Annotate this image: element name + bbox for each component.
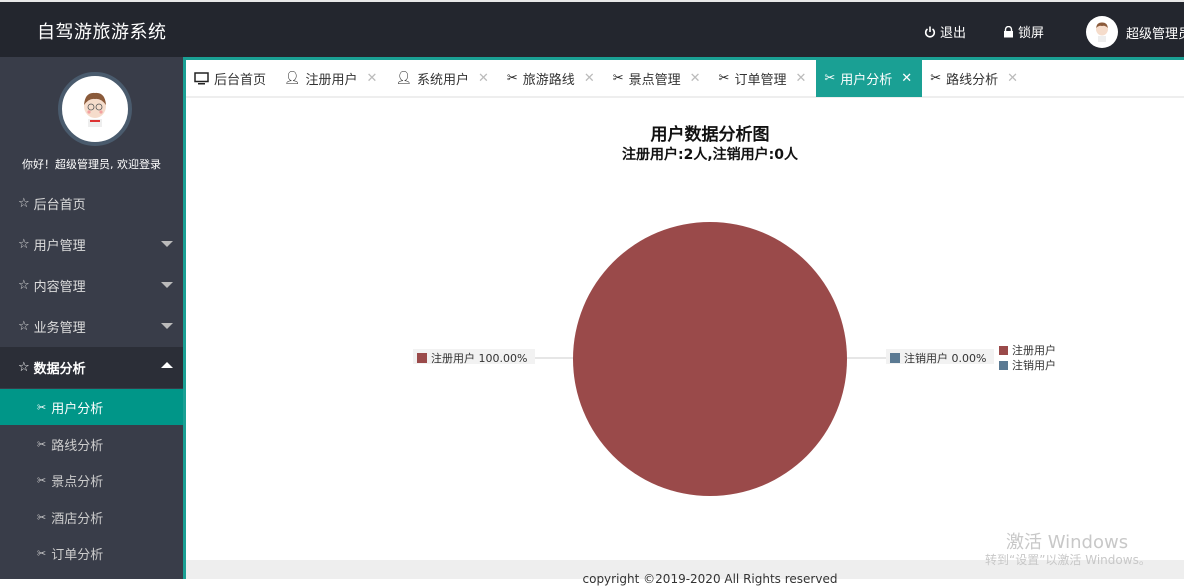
tab-label: 旅游路线 xyxy=(522,73,575,88)
sidebar-subitem-scenic-analysis[interactable]: ✂ 景点分析 xyxy=(0,462,183,498)
avatar-face-icon xyxy=(84,92,106,127)
sidebar-item-business-management[interactable]: ☆ 业务管理 xyxy=(0,306,183,347)
sidebar-subitem-label: 用户分析 xyxy=(51,401,104,417)
caret-up-icon xyxy=(161,362,173,368)
data-label-swatch-1 xyxy=(417,353,427,363)
monitor-icon xyxy=(194,72,209,85)
welcome-text: 你好！超级管理员, 欢迎登录 xyxy=(22,158,161,171)
tools-icon: ✂ xyxy=(37,546,47,560)
sidebar: 你好！超级管理员, 欢迎登录 ☆ 后台首页 ☆ 用户管理 ☆ 内容管理 ☆ 业务… xyxy=(0,57,183,579)
close-icon[interactable]: ✕ xyxy=(1007,71,1018,86)
star-outline-icon: ☆ xyxy=(18,196,30,211)
app-title: 自驾游旅游系统 xyxy=(37,22,167,43)
lock-icon xyxy=(1004,25,1013,37)
user-icon: 👤︎ xyxy=(395,71,412,86)
star-outline-icon: ☆ xyxy=(18,237,30,252)
legend-swatch-1 xyxy=(999,346,1008,355)
sidebar-subitem-order-analysis[interactable]: ✂ 订单分析 xyxy=(0,535,183,571)
tab-label: 景点管理 xyxy=(628,73,681,88)
windows-activation-hint: 转到“设置”以激活 Windows。 xyxy=(985,553,1151,567)
sidebar-item-label: 用户管理 xyxy=(33,239,86,254)
tools-icon: ✂ xyxy=(824,71,836,86)
copyright-text: copyright ©2019-2020 All Rights reserved xyxy=(582,572,838,586)
pie-chart: 注册用户 100.00% 注销用户 0.00% 注册用户注销用户 xyxy=(413,222,1056,496)
sidebar-item-content-management[interactable]: ☆ 内容管理 xyxy=(0,265,183,306)
legend-label-2: 注销用户 xyxy=(1012,358,1056,372)
sidebar-item-data-analysis[interactable]: ☆ 数据分析 xyxy=(0,347,183,388)
avatar xyxy=(1086,16,1118,48)
user-menu[interactable]: 超级管理员 xyxy=(1086,16,1184,48)
user-icon: 👤︎ xyxy=(284,71,301,86)
pie-chart-panel: 用户数据分析图 注册用户:2人,注销用户:0人 注册用户 100.00% 注销用户… xyxy=(186,100,1184,560)
tools-icon: ✂ xyxy=(37,473,47,487)
tab-label: 用户分析 xyxy=(840,73,893,88)
logout-button[interactable]: 退出 xyxy=(924,22,966,41)
tab-route-analysis[interactable]: ✂ 路线分析 ✕ xyxy=(922,60,1028,97)
sidebar-subitem-label: 酒店分析 xyxy=(51,511,104,527)
sidebar-item-label: 后台首页 xyxy=(33,198,86,213)
close-icon[interactable]: ✕ xyxy=(795,71,806,86)
tab-registered-users[interactable]: 👤︎ 注册用户 ✕ xyxy=(276,60,387,97)
lock-screen-button[interactable]: 锁屏 xyxy=(1003,22,1044,41)
tools-icon: ✂ xyxy=(37,400,47,414)
tab-label: 注册用户 xyxy=(305,73,358,88)
tools-icon: ✂ xyxy=(37,510,47,524)
star-outline-icon: ☆ xyxy=(18,319,30,334)
logout-label: 退出 xyxy=(940,26,967,41)
tools-icon: ✂ xyxy=(930,71,942,86)
sidebar-avatar[interactable] xyxy=(58,72,132,146)
close-icon[interactable]: ✕ xyxy=(367,71,378,86)
tab-label: 后台首页 xyxy=(214,73,267,88)
tab-label: 路线分析 xyxy=(946,73,999,88)
tab-order-management[interactable]: ✂ 订单管理 ✕ xyxy=(711,60,817,97)
sidebar-subitem-label: 订单分析 xyxy=(51,547,104,563)
star-outline-icon: ☆ xyxy=(18,278,30,293)
legend-label-1: 注册用户 xyxy=(1012,343,1056,357)
sidebar-item-label: 数据分析 xyxy=(33,362,86,377)
close-icon[interactable]: ✕ xyxy=(478,71,489,86)
power-icon xyxy=(924,26,936,38)
sidebar-subitem-label: 景点分析 xyxy=(51,474,104,490)
close-icon[interactable]: ✕ xyxy=(901,71,912,86)
user-name: 超级管理员 xyxy=(1126,26,1184,42)
sidebar-item-home[interactable]: ☆ 后台首页 xyxy=(0,183,183,224)
tools-icon: ✂ xyxy=(718,71,730,86)
tab-home[interactable]: 后台首页 xyxy=(186,60,276,97)
data-label-swatch-2 xyxy=(890,353,900,363)
caret-down-icon xyxy=(161,323,173,329)
star-outline-icon: ☆ xyxy=(18,360,30,375)
tab-scenic-management[interactable]: ✂ 景点管理 ✕ xyxy=(605,60,711,97)
caret-down-icon xyxy=(161,282,173,288)
sidebar-subitem-label: 路线分析 xyxy=(51,438,104,454)
data-label-2: 注销用户 0.00% xyxy=(904,351,986,365)
lock-label: 锁屏 xyxy=(1018,26,1045,41)
sidebar-subitem-route-analysis[interactable]: ✂ 路线分析 xyxy=(0,426,183,462)
sidebar-item-label: 业务管理 xyxy=(33,321,86,336)
tools-icon: ✂ xyxy=(506,71,518,86)
sidebar-item-label: 内容管理 xyxy=(33,280,86,295)
tab-label: 系统用户 xyxy=(416,73,469,88)
tools-icon: ✂ xyxy=(37,437,47,451)
sidebar-item-user-management[interactable]: ☆ 用户管理 xyxy=(0,224,183,265)
sidebar-subitem-user-analysis[interactable]: ✂ 用户分析 xyxy=(0,389,183,425)
top-header: 自驾游旅游系统 退出 锁屏 超级管理员 xyxy=(0,0,1184,57)
tab-label: 订单管理 xyxy=(734,73,787,88)
sidebar-subitem-hotel-analysis[interactable]: ✂ 酒店分析 xyxy=(0,499,183,535)
close-icon[interactable]: ✕ xyxy=(690,71,701,86)
tools-icon: ✂ xyxy=(612,71,624,86)
legend-swatch-2 xyxy=(999,361,1008,370)
data-label-1: 注册用户 100.00% xyxy=(431,351,527,365)
close-icon[interactable]: ✕ xyxy=(584,71,595,86)
pie-slice-1 xyxy=(573,222,847,496)
caret-down-icon xyxy=(161,241,173,247)
avatar-face-icon xyxy=(1096,22,1108,42)
tab-user-analysis[interactable]: ✂ 用户分析 ✕ xyxy=(816,60,923,97)
tab-system-users[interactable]: 👤︎ 系统用户 ✕ xyxy=(387,60,498,97)
tab-travel-routes[interactable]: ✂ 旅游路线 ✕ xyxy=(499,60,605,97)
tab-bar: 后台首页 👤︎ 注册用户 ✕ 👤︎ 系统用户 ✕ ✂ 旅游路线 ✕ ✂ 景点管理… xyxy=(186,60,1184,98)
